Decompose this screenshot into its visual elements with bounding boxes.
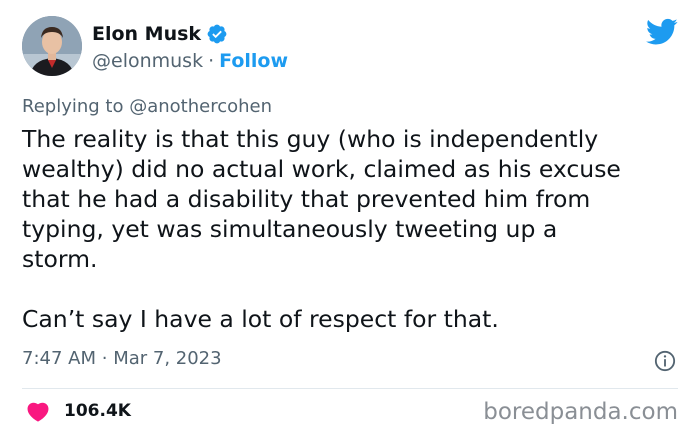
- verified-badge-icon: [207, 24, 227, 44]
- avatar-portrait-icon: [22, 16, 82, 76]
- twitter-bird-icon[interactable]: [646, 18, 678, 46]
- tweet-paragraph: The reality is that this guy (who is ind…: [22, 125, 621, 273]
- tweet-date: Mar 7, 2023: [113, 348, 222, 369]
- author-handle-row: @elonmusk · Follow: [92, 50, 288, 72]
- follow-button[interactable]: Follow: [219, 50, 288, 72]
- tweet-card: Elon Musk @elonmusk · Follow Replying to…: [0, 0, 700, 441]
- like-count: 106.4K: [64, 401, 131, 421]
- replying-to-label: Replying to: [22, 96, 124, 117]
- divider: [22, 388, 678, 389]
- tweet-text: The reality is that this guy (who is ind…: [22, 124, 682, 334]
- watermark: boredpanda.com: [483, 399, 678, 425]
- like-button[interactable]: 106.4K: [26, 400, 131, 422]
- replying-to: Replying to @anothercohen: [22, 96, 272, 117]
- author-display-name[interactable]: Elon Musk: [92, 23, 201, 45]
- author-handle[interactable]: @elonmusk: [92, 50, 203, 72]
- tweet-time: 7:47 AM: [22, 348, 96, 369]
- tweet-timestamp[interactable]: 7:47 AM · Mar 7, 2023: [22, 348, 222, 369]
- timestamp-separator: ·: [101, 348, 108, 369]
- author-name-row: Elon Musk: [92, 22, 228, 46]
- heart-icon: [27, 402, 49, 422]
- replying-to-handle[interactable]: @anothercohen: [129, 96, 272, 117]
- avatar[interactable]: [22, 16, 82, 76]
- info-icon[interactable]: [654, 350, 676, 372]
- tweet-paragraph: Can’t say I have a lot of respect for th…: [22, 305, 499, 333]
- handle-separator: ·: [208, 50, 215, 72]
